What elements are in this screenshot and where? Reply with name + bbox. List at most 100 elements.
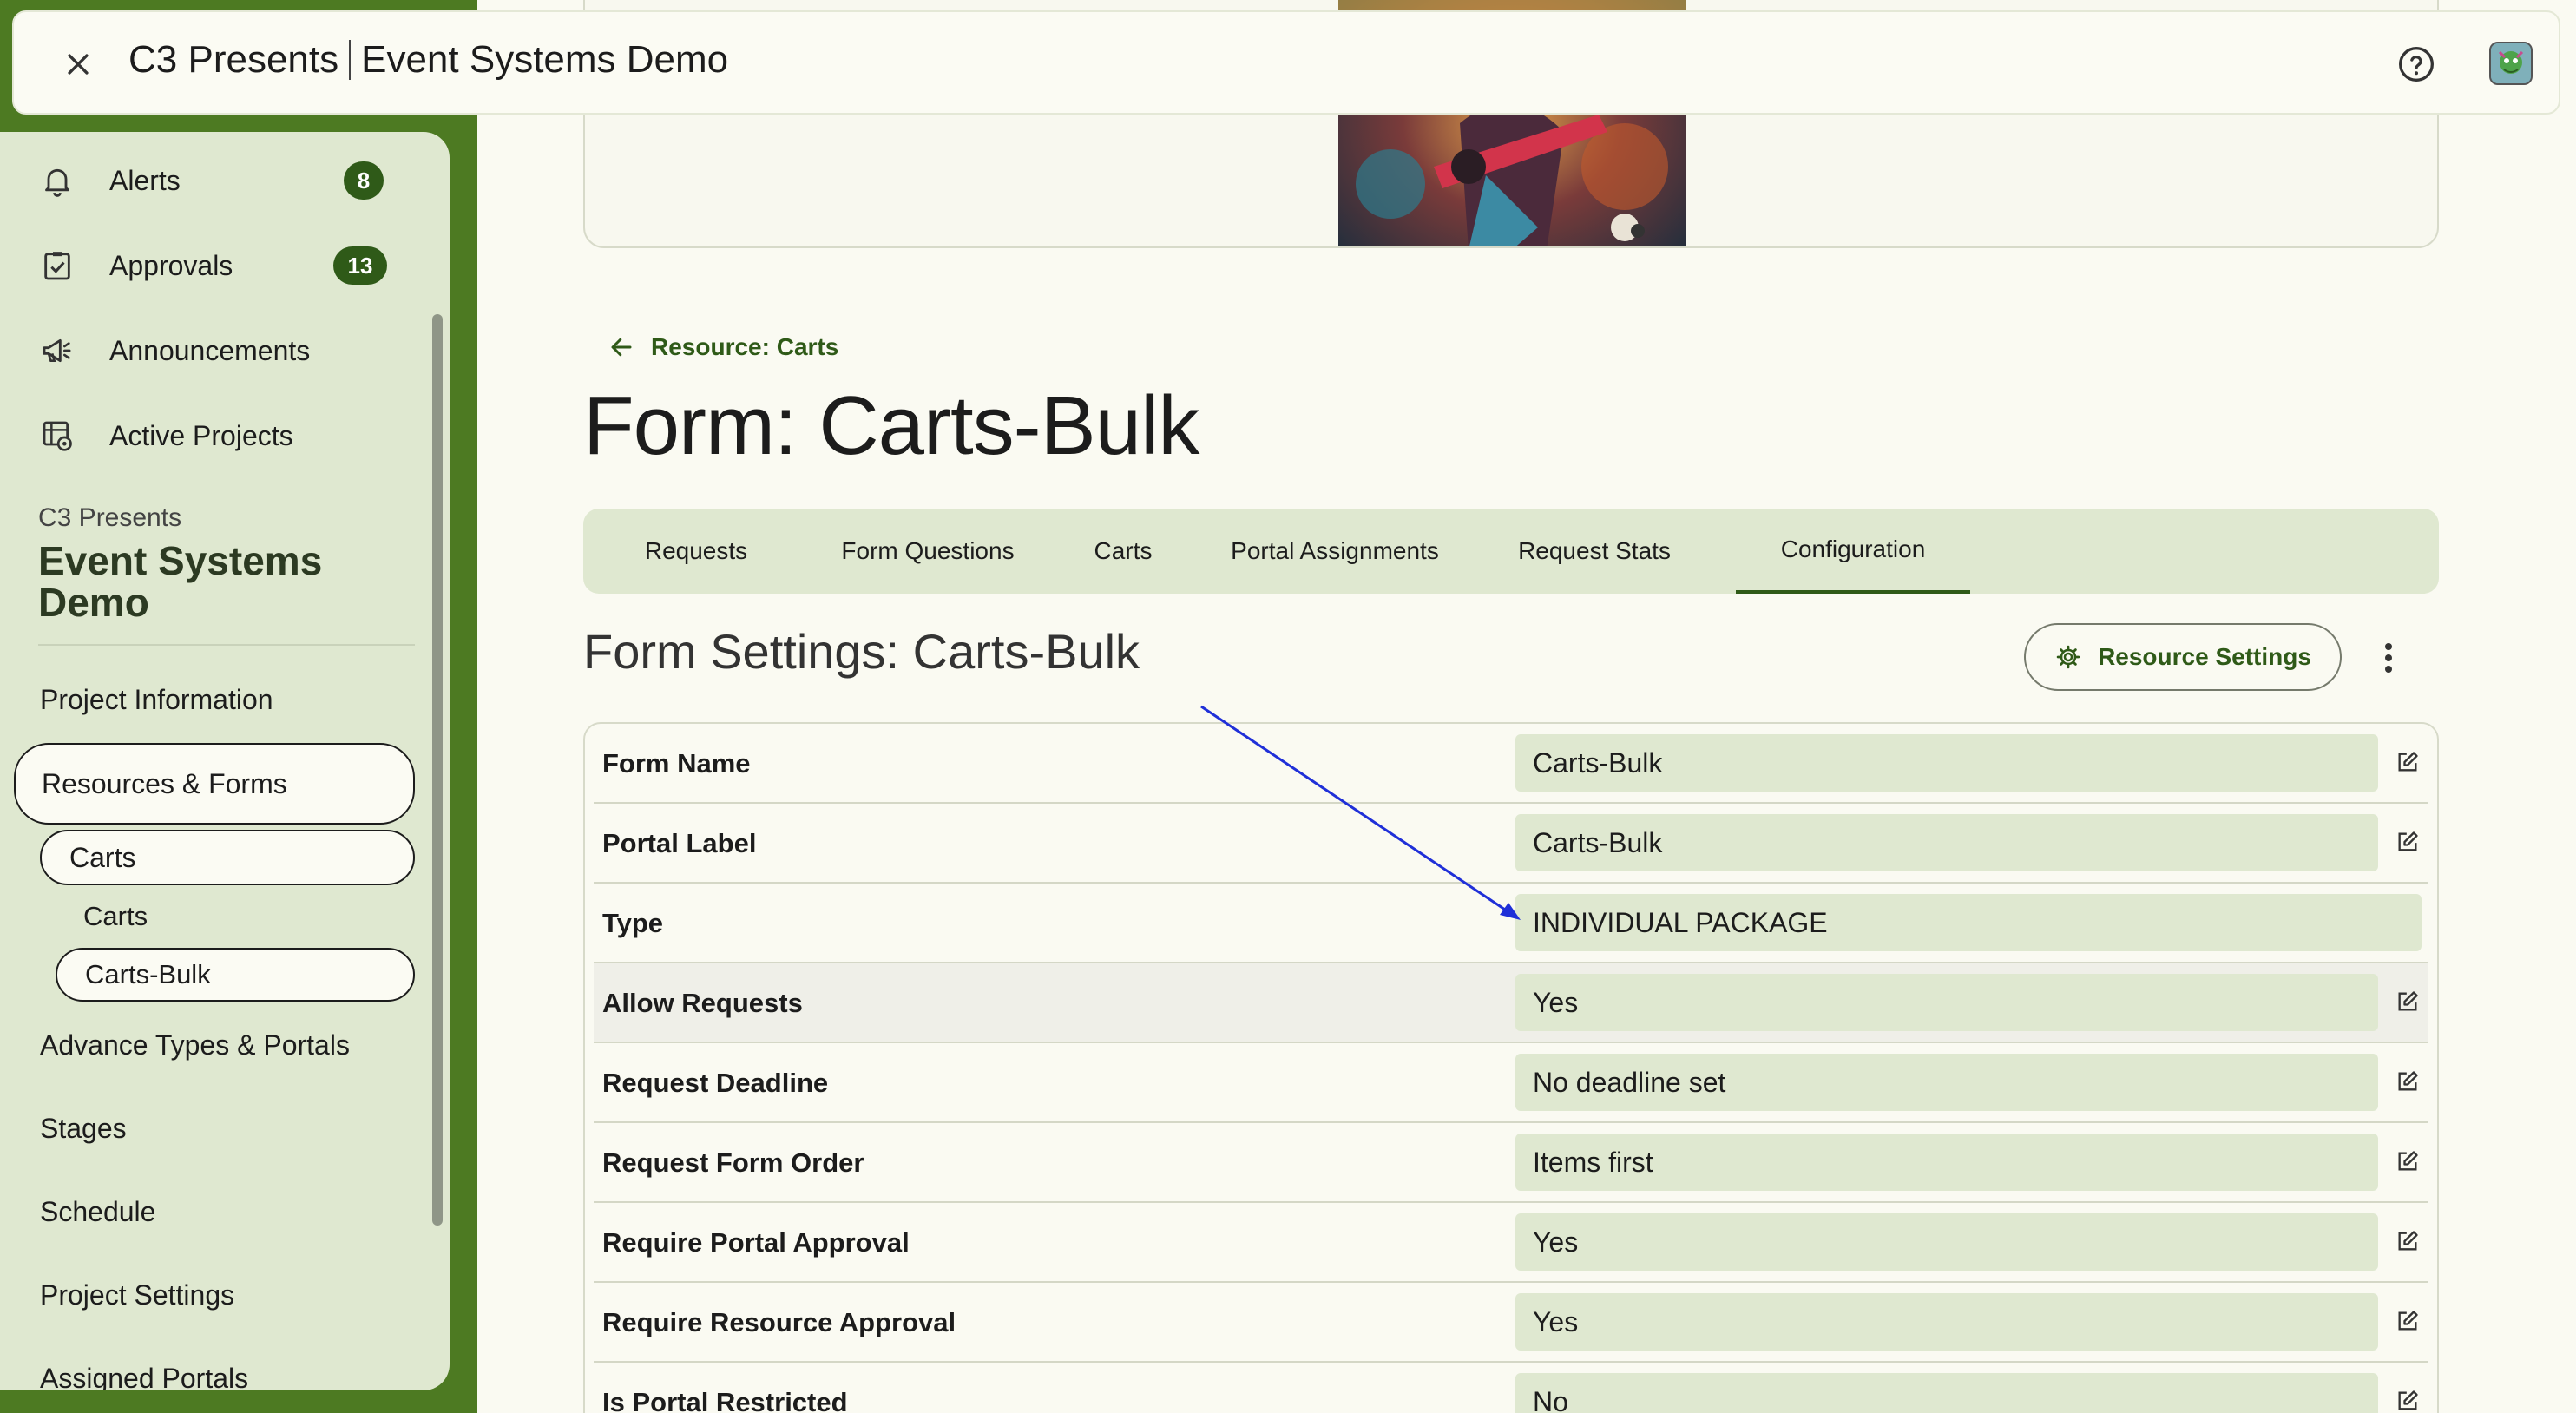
request-form-order-value[interactable]: Items first <box>1515 1134 2378 1191</box>
approvals-count-badge: 13 <box>333 246 387 285</box>
sidebar-item-approvals[interactable]: Approvals <box>38 240 233 292</box>
form-settings-table: Form Name Carts-Bulk Portal Label Carts-… <box>583 722 2439 1413</box>
avatar-image-icon <box>2491 43 2531 83</box>
tab-configuration[interactable]: Configuration <box>1736 509 1970 594</box>
tab-portal-assignments[interactable]: Portal Assignments <box>1199 509 1470 594</box>
is-portal-restricted-value[interactable]: No <box>1515 1373 2378 1413</box>
edit-form-name-button[interactable] <box>2394 748 2422 776</box>
sidebar-item-active-projects[interactable]: Active Projects <box>38 410 293 462</box>
sidebar-link-carts[interactable]: Carts <box>83 901 148 932</box>
tab-carts[interactable]: Carts <box>1074 509 1172 594</box>
sidebar-link-carts-bulk[interactable]: Carts-Bulk <box>56 948 415 1002</box>
bell-icon <box>38 161 76 200</box>
edit-portal-label-button[interactable] <box>2394 828 2422 856</box>
request-deadline-value[interactable]: No deadline set <box>1515 1054 2378 1111</box>
settings-row-require-portal-approval: Require Portal Approval Yes <box>594 1203 2428 1283</box>
back-link-label: Resource: Carts <box>651 333 839 360</box>
type-value: INDIVIDUAL PACKAGE <box>1515 894 2422 951</box>
help-button[interactable] <box>2395 43 2437 85</box>
setting-label: Require Resource Approval <box>602 1307 956 1337</box>
allow-requests-value[interactable]: Yes <box>1515 974 2378 1031</box>
tab-requests[interactable]: Requests <box>611 509 781 594</box>
edit-require-resource-approval-button[interactable] <box>2394 1307 2422 1335</box>
gear-icon <box>2054 643 2082 671</box>
back-to-resource-link[interactable]: Resource: Carts <box>606 332 838 363</box>
settings-row-require-resource-approval: Require Resource Approval Yes <box>594 1283 2428 1363</box>
arrow-left-icon <box>606 332 637 363</box>
setting-label: Is Portal Restricted <box>602 1387 848 1413</box>
clipboard-check-icon <box>38 246 76 285</box>
setting-label: Allow Requests <box>602 988 803 1018</box>
setting-label: Type <box>602 908 664 938</box>
more-vertical-icon <box>2385 643 2392 673</box>
more-options-button[interactable] <box>2369 635 2408 680</box>
edit-request-deadline-button[interactable] <box>2394 1068 2422 1095</box>
sidebar-link-stages[interactable]: Stages <box>40 1113 127 1145</box>
close-button[interactable] <box>59 45 97 83</box>
sidebar-link-assigned-portals[interactable]: Assigned Portals <box>40 1363 248 1390</box>
portal-label-value[interactable]: Carts-Bulk <box>1515 814 2378 871</box>
tab-request-stats[interactable]: Request Stats <box>1498 509 1691 594</box>
org-name: C3 Presents <box>128 38 339 81</box>
edit-require-portal-approval-button[interactable] <box>2394 1227 2422 1255</box>
megaphone-icon <box>38 332 76 370</box>
page-title: Form: Carts-Bulk <box>583 379 1199 472</box>
sidebar-item-alerts[interactable]: Alerts <box>38 154 181 207</box>
edit-icon <box>2398 831 2418 851</box>
edit-icon <box>2398 1071 2418 1091</box>
edit-icon <box>2398 1231 2418 1251</box>
settings-row-allow-requests: Allow Requests Yes <box>594 963 2428 1043</box>
setting-label: Form Name <box>602 748 751 779</box>
user-avatar[interactable] <box>2489 42 2533 85</box>
app-title: C3 Presents Event Systems Demo <box>128 38 728 82</box>
main-content: Resource: Carts Form: Carts-Bulk Request… <box>477 0 2576 1413</box>
settings-row-is-portal-restricted: Is Portal Restricted No <box>594 1363 2428 1413</box>
require-portal-approval-value[interactable]: Yes <box>1515 1213 2378 1271</box>
edit-icon <box>2398 1390 2418 1410</box>
sidebar-item-label: Announcements <box>109 334 311 366</box>
settings-row-request-deadline: Request Deadline No deadline set <box>594 1043 2428 1123</box>
project-name: Event Systems Demo <box>361 38 729 81</box>
tab-form-questions[interactable]: Form Questions <box>811 509 1045 594</box>
sidebar-item-label: Approvals <box>109 249 233 281</box>
resource-settings-button[interactable]: Resource Settings <box>2024 623 2342 691</box>
edit-icon <box>2398 1151 2418 1171</box>
help-circle-icon <box>2399 47 2434 82</box>
edit-request-form-order-button[interactable] <box>2394 1147 2422 1175</box>
edit-icon <box>2398 752 2418 772</box>
settings-row-portal-label: Portal Label Carts-Bulk <box>594 804 2428 884</box>
sidebar-link-project-information[interactable]: Project Information <box>40 684 273 716</box>
resource-settings-label: Resource Settings <box>2098 643 2311 670</box>
sidebar-item-label: Carts <box>69 841 136 873</box>
sidebar: Alerts 8 Approvals 13 Announcements Acti… <box>0 132 450 1390</box>
sidebar-project-name: Event Systems Demo <box>38 538 323 625</box>
sidebar-item-label: Alerts <box>109 164 181 196</box>
title-separator <box>349 40 352 80</box>
sidebar-link-resources-forms[interactable]: Resources & Forms <box>14 743 415 825</box>
edit-icon <box>2398 1311 2418 1331</box>
setting-label: Request Form Order <box>602 1147 864 1178</box>
require-resource-approval-value[interactable]: Yes <box>1515 1293 2378 1351</box>
sidebar-item-label: Active Projects <box>109 419 293 451</box>
sidebar-scrollbar[interactable] <box>432 314 443 1226</box>
edit-is-portal-restricted-button[interactable] <box>2394 1387 2422 1413</box>
sidebar-item-announcements[interactable]: Announcements <box>38 325 310 377</box>
edit-icon <box>2398 991 2418 1011</box>
sidebar-link-schedule[interactable]: Schedule <box>40 1196 155 1228</box>
settings-row-form-name: Form Name Carts-Bulk <box>594 724 2428 804</box>
close-icon <box>68 54 89 75</box>
form-name-value[interactable]: Carts-Bulk <box>1515 734 2378 792</box>
sidebar-item-label: Resources & Forms <box>42 767 287 799</box>
settings-row-request-form-order: Request Form Order Items first <box>594 1123 2428 1203</box>
setting-label: Portal Label <box>602 828 757 858</box>
sidebar-link-advance-types-portals[interactable]: Advance Types & Portals <box>40 1029 350 1061</box>
form-tabs: Requests Form Questions Carts Portal Ass… <box>583 509 2439 594</box>
setting-label: Require Portal Approval <box>602 1227 910 1258</box>
settings-row-type: Type INDIVIDUAL PACKAGE <box>594 884 2428 963</box>
sidebar-item-label: Carts-Bulk <box>85 959 211 989</box>
projects-icon <box>38 417 76 455</box>
edit-allow-requests-button[interactable] <box>2394 988 2422 1015</box>
form-settings-title: Form Settings: Carts-Bulk <box>583 624 1140 679</box>
sidebar-link-carts-group[interactable]: Carts <box>40 830 415 885</box>
sidebar-link-project-settings[interactable]: Project Settings <box>40 1279 234 1311</box>
